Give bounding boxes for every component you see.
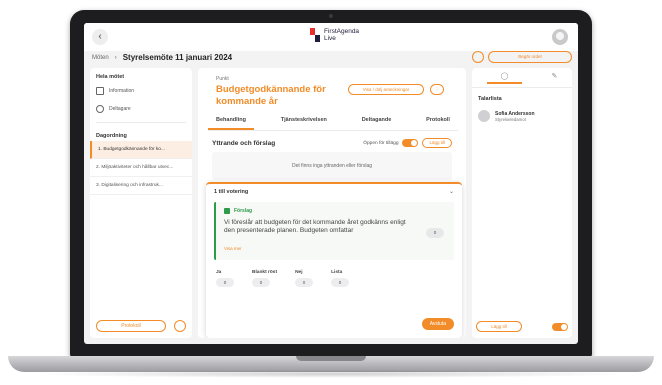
vote-count-pill[interactable]: 0 [331,278,350,287]
brand-text: FirstAgenda Live [324,28,359,42]
sidebar-item-label: Information [109,88,135,94]
show-more-link[interactable]: Visa mer [224,246,242,251]
vote-column-label: Nej [295,270,303,275]
request-floor-row: Begär ordet [472,48,572,63]
agenda-heading: Dagordning [96,133,127,139]
breadcrumb-separator-icon: › [114,54,117,61]
speaker-avatar [478,110,490,122]
vote-count-pill[interactable]: 0 [252,278,270,287]
section-title: Yttrande och förslag [212,139,276,147]
edit-icon[interactable]: ✎ [552,72,558,84]
proposal-box: Förslag Vi föreslår att budgeten för det… [214,202,454,260]
sidebar-heading: Hela mötet [96,74,125,80]
chevron-down-icon[interactable]: ⌄ [449,188,454,195]
top-bar: ‹ FirstAgenda Live [84,23,578,51]
end-vote-button[interactable]: Avsluta [421,318,454,330]
vote-card: 1 till votering ⌄ Förslag Vi föreslår at… [206,182,462,338]
vote-column-label: Blankt röst [252,270,278,275]
toggle-notes-button[interactable]: Visa / dölj anteckningar [348,84,424,95]
laptop-notch [296,356,366,361]
meeting-sidebar: Hela mötet Information Deltagare Dagordn… [90,68,192,338]
laptop-lid: ‹ FirstAgenda Live Möten › Styrelsemöte [70,10,592,358]
sync-icon[interactable] [174,320,186,332]
vote-column: Nej 0 [295,270,314,287]
agenda-item[interactable]: 2. Miljöaktiviteter och hållbar utvec... [90,159,192,177]
tab-treatment[interactable]: Behandling [208,114,254,130]
proposal-vote-count[interactable]: 0 [426,228,444,238]
breadcrumb-parent[interactable]: Möten [92,55,109,61]
request-floor-button[interactable]: Begär ordet [488,51,572,63]
item-label: Punkt [216,76,229,82]
app-screen: ‹ FirstAgenda Live Möten › Styrelsemöte [84,23,578,344]
chevron-left-icon: ‹ [98,31,102,42]
speaker-list-toggle[interactable] [552,323,568,331]
people-icon [96,105,104,113]
speaker-panel-tabs: ◯ ✎ [472,68,572,88]
user-icon[interactable]: ◯ [486,72,523,84]
brand-line-2: Live [324,35,336,42]
protocol-button[interactable]: Protokoll [96,320,166,332]
vote-columns: Ja 0 Blankt röst 0 Nej 0 Lista 0 [216,270,416,287]
more-options-button[interactable]: ⋮ [430,84,444,95]
vote-column: Lista 0 [331,270,350,287]
vote-count-pill[interactable]: 0 [216,278,234,287]
tab-memo[interactable]: Tjänsteskrivelsen [273,114,335,130]
vote-column-label: Lista [331,270,343,275]
vote-column: Ja 0 [216,270,234,287]
speaker-panel: Begär ordet ◯ ✎ Talarlista Sofia Anderss… [472,51,572,338]
add-speaker-button[interactable]: Lägg till [476,321,522,332]
hand-icon[interactable] [472,51,484,63]
agenda-item[interactable]: 3. Digitalisering och infrastruk... [90,177,192,195]
laptop-mockup: ‹ FirstAgenda Live Möten › Styrelsemöte [0,0,662,385]
brand-logo: FirstAgenda Live [310,28,359,42]
vote-heading: 1 till votering [214,189,249,195]
proposal-tag-label: Förslag [234,208,253,214]
laptop-shadow [30,370,632,378]
agenda-item-panel: Punkt Budgetgodkännande för kommande år … [198,68,466,338]
tab-protocol[interactable]: Protokoll [418,114,458,130]
camera-dot [329,14,333,18]
toggle-label: Öppen för tillägg [363,140,399,146]
speaker-name: Sofia Andersson [495,110,535,117]
proposal-tag: Förslag [224,208,252,214]
user-avatar[interactable] [552,29,568,45]
open-for-additions: Öppen för tillägg Lägg till [363,138,452,148]
add-button[interactable]: Lägg till [422,138,452,148]
proposal-text: Vi föreslår att budgeten för det kommand… [224,219,406,234]
sidebar-item-label: Deltagare [109,106,131,112]
speaker-list-item[interactable]: Sofia Andersson Styrelseledamot [472,106,572,126]
item-title: Budgetgodkännande för kommande år [216,84,326,107]
speaker-role: Styrelseledamot [495,116,526,122]
divider [96,122,186,123]
tab-attendance[interactable]: Deltagande [354,114,400,130]
brand-line-1: FirstAgenda [324,28,360,35]
empty-statements: Det finns inga yttranden eller förslag [212,152,452,180]
agenda-item[interactable]: 1. Budgetgodkännande för ko... [90,141,192,159]
info-icon [96,87,104,95]
statements-header: Yttrande och förslag Öppen för tillägg L… [212,138,452,148]
speaker-info: Sofia Andersson Styrelseledamot [495,111,535,122]
item-tabs: Behandling Tjänsteskrivelsen Deltagande … [208,114,458,131]
sidebar-item-information[interactable]: Information [90,82,192,100]
speaker-list-heading: Talarlista [478,96,502,102]
vote-count-pill[interactable]: 0 [295,278,314,287]
open-for-additions-toggle[interactable] [402,139,419,147]
vote-column: Blankt röst 0 [252,270,277,287]
brand-mark-icon [310,28,320,42]
breadcrumb-current: Styrelsemöte 11 januari 2024 [122,53,233,62]
breadcrumb: Möten › Styrelsemöte 11 januari 2024 [92,53,232,62]
proposal-icon [224,208,230,214]
sidebar-item-participants[interactable]: Deltagare [90,100,192,118]
vote-column-label: Ja [216,270,222,275]
back-button[interactable]: ‹ [92,29,108,45]
